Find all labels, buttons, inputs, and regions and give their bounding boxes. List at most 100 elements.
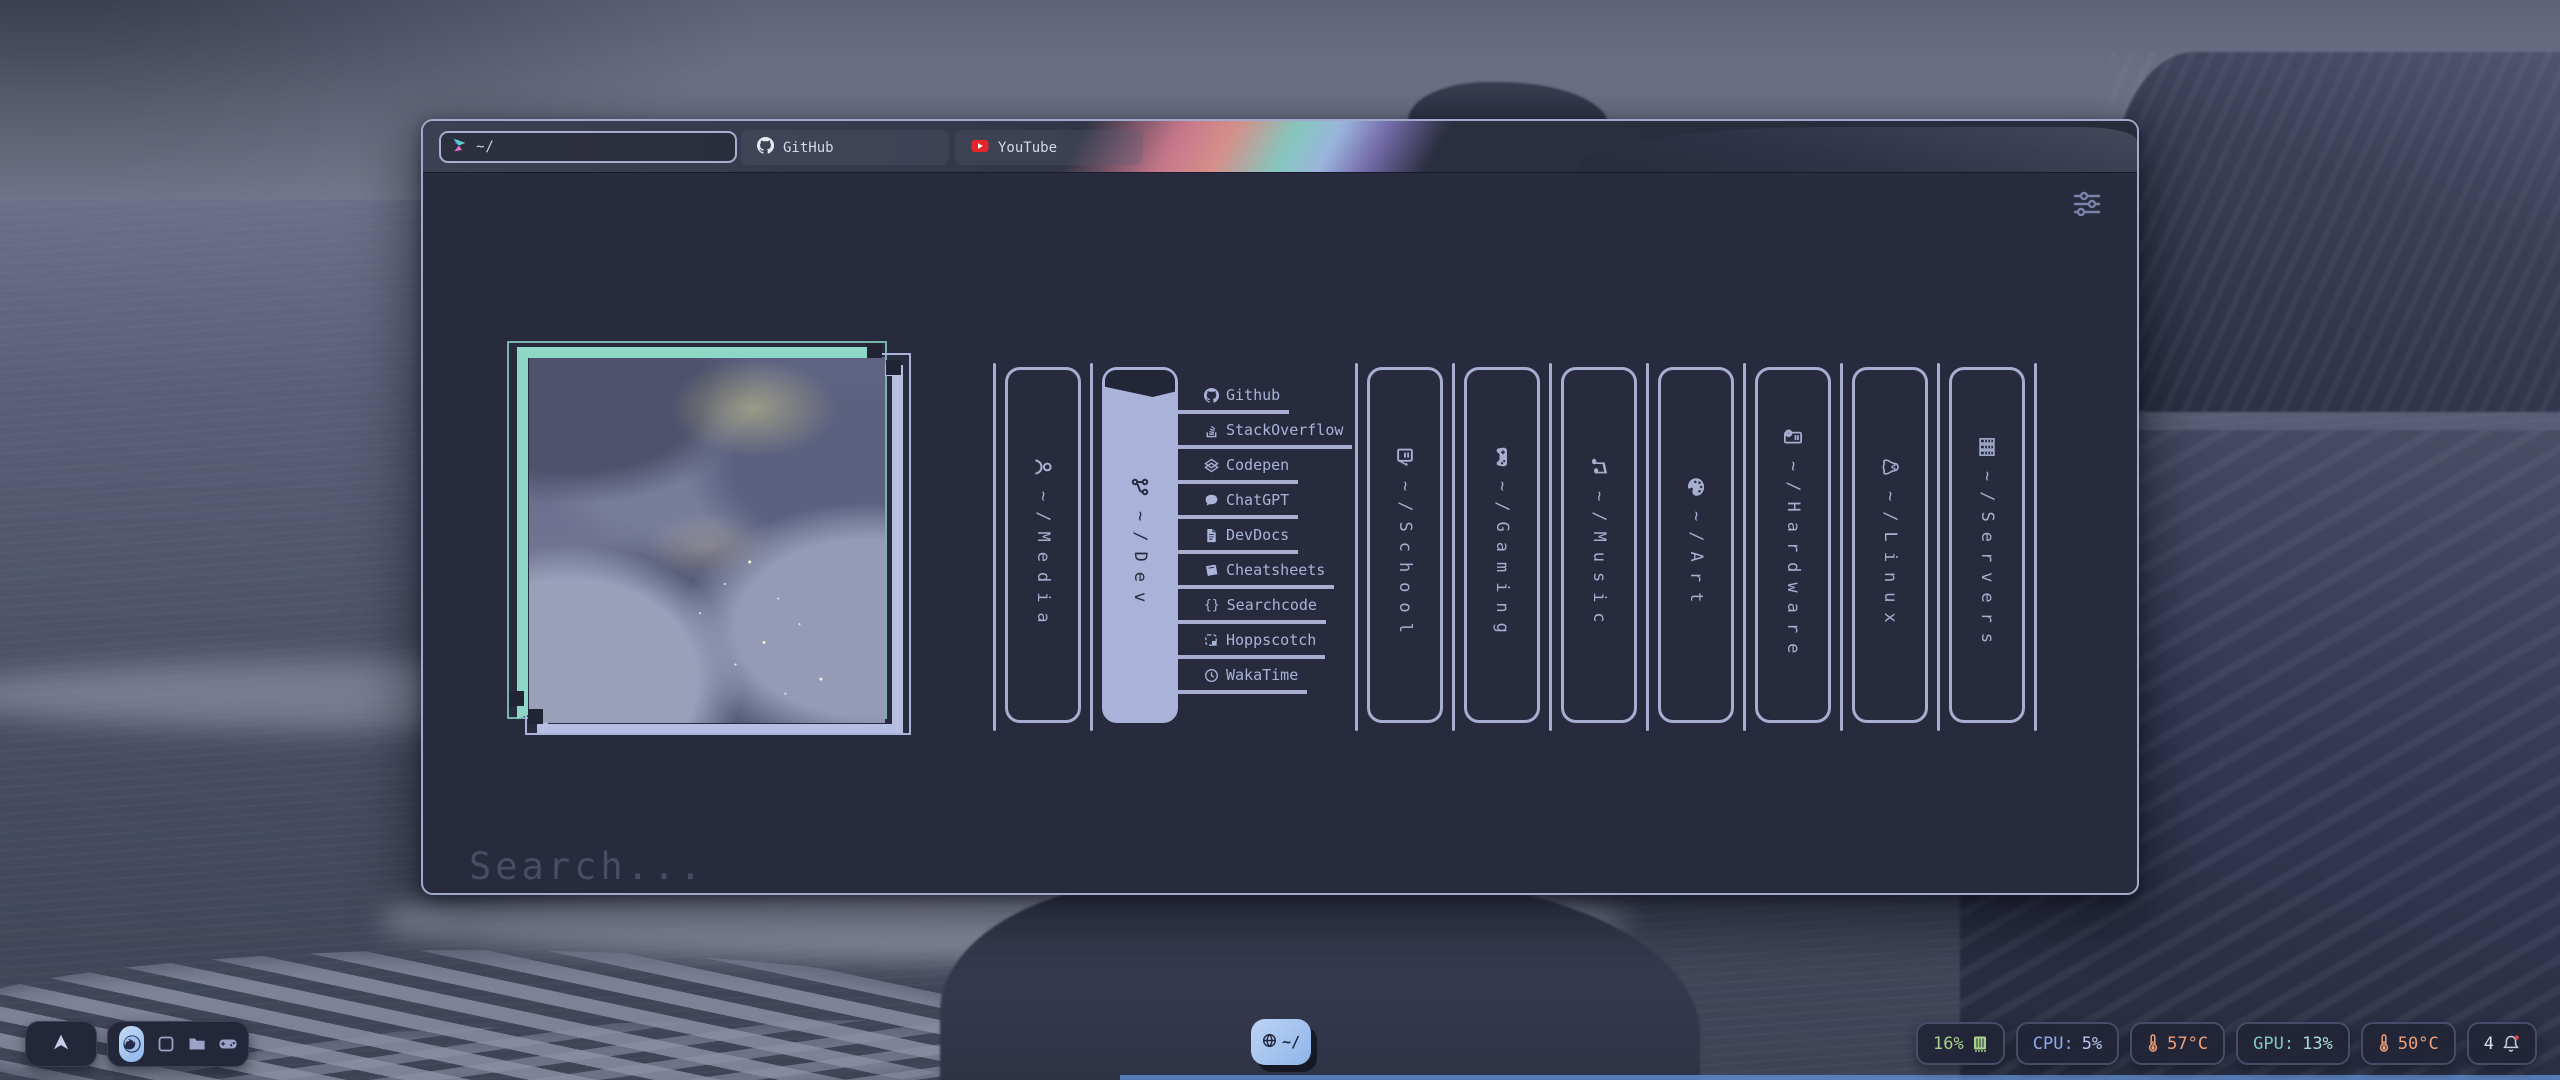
gpu-widget[interactable]: GPU: 13% [2236,1022,2350,1065]
book-label: ~/Music [1589,457,1609,633]
notification-count: 4 [2484,1034,2494,1054]
settings-sliders-icon[interactable] [2073,191,2101,217]
frame-handle [528,709,543,724]
globe-icon [1262,1033,1277,1052]
gpu-label: GPU: [2253,1034,2294,1054]
bell-icon [2502,1034,2520,1053]
wallpaper-cliff [2110,52,2560,412]
frame-teal-thick [517,347,881,719]
youtube-icon [971,139,989,157]
book-gaming[interactable]: ~/Gaming [1464,367,1540,723]
browser-window: ~/ GitHub YouTube [421,119,2139,895]
book-label: ~/Art [1686,477,1706,612]
book-dev-open[interactable]: ~/Dev [1102,367,1178,723]
frame-handle [886,360,901,375]
dev-link-devdocs[interactable]: DevDocs [1178,525,1298,554]
shelf-divider [2034,363,2037,731]
book-hardware[interactable]: ~/Hardware [1755,367,1831,723]
launcher-arrow-icon [50,1031,72,1057]
book-art[interactable]: ~/Art [1658,367,1734,723]
gamepad-icon [1492,447,1512,467]
book-music[interactable]: ~/Music [1561,367,1637,723]
book-icon [1204,563,1219,578]
dev-link-cheatsheets[interactable]: Cheatsheets [1178,560,1334,589]
dev-link-codepen[interactable]: Codepen [1178,455,1298,484]
shelf-divider [1549,363,1552,731]
dev-link-stackoverflow[interactable]: StackOverflow [1178,420,1352,449]
gpu-temp-widget[interactable]: 50°C [2361,1022,2456,1065]
app-launcher-button[interactable] [25,1021,97,1067]
hoppscotch-icon [1204,633,1219,648]
active-window-chip[interactable]: ~/ [1251,1019,1311,1065]
pc-tower-icon [1783,427,1803,447]
book-label: ~/Linux [1880,457,1900,633]
search-input[interactable] [467,845,2061,895]
frame-handle [509,691,524,706]
search-bar [467,845,2061,895]
active-window-label: ~/ [1282,1033,1300,1051]
cover-artwork [507,341,911,747]
book-linux[interactable]: ~/Linux [1852,367,1928,723]
notifications-widget[interactable]: 4 [2467,1022,2537,1065]
stackoverflow-icon [1204,423,1219,438]
cpu-label: CPU: [2033,1034,2074,1054]
ram-widget[interactable]: 16% [1916,1022,2005,1065]
shelf-divider [1743,363,1746,731]
shelf-divider [1840,363,1843,731]
window-square-icon[interactable] [157,1035,175,1053]
gpu-temp: 50°C [2398,1034,2439,1054]
firefox-active-app[interactable] [119,1026,144,1062]
github-icon [757,137,774,158]
book-label: ~/Hardware [1783,427,1803,663]
retro-gamepad-icon[interactable] [219,1035,237,1053]
tab-github[interactable]: GitHub [741,130,949,165]
desktop: ~/ GitHub YouTube [0,0,2560,1080]
clock-icon [1204,668,1219,683]
book-media[interactable]: ~/Media [1005,367,1081,723]
frame-handle [867,343,882,358]
book-servers[interactable]: ~/Servers [1949,367,2025,723]
shelf-divider [1937,363,1940,731]
shelf-divider [993,363,996,731]
tab-youtube[interactable]: YouTube [955,130,1143,165]
shelf-divider [1646,363,1649,731]
wallpaper-glow-line [1120,1075,2560,1080]
cpu-temp: 57°C [2167,1034,2208,1054]
dev-link-wakatime[interactable]: WakaTime [1178,665,1307,694]
server-rack-icon [1977,437,1997,457]
chat-bubble-icon [1204,493,1219,508]
browser-logo-icon [451,137,468,158]
folder-icon[interactable] [188,1035,206,1053]
dev-link-chatgpt[interactable]: ChatGPT [1178,490,1298,519]
codepen-icon [1204,458,1219,473]
cpu-usage: 5% [2082,1034,2102,1054]
dev-links-panel: Github StackOverflow [1178,363,1346,700]
thermometer-icon [2378,1034,2390,1053]
thermometer-icon [2147,1034,2159,1053]
person-icon [1033,457,1053,477]
palette-icon [1686,477,1706,497]
firefox-icon [121,1033,143,1055]
document-icon [1204,528,1219,543]
url-bar[interactable]: ~/ [439,131,737,163]
cpu-widget[interactable]: CPU: 5% [2016,1022,2119,1065]
school-icon [1395,447,1415,467]
book-label: ~/Gaming [1492,447,1512,643]
cpu-temp-widget[interactable]: 57°C [2130,1022,2225,1065]
dev-link-github[interactable]: Github [1178,385,1289,414]
ram-usage: 16% [1933,1034,1964,1054]
dev-link-hoppscotch[interactable]: Hoppscotch [1178,630,1325,659]
book-school[interactable]: ~/School [1367,367,1443,723]
book-label: ~/Media [1033,457,1053,633]
tab-bar: ~/ GitHub YouTube [423,121,2137,173]
dev-link-searchcode[interactable]: {} Searchcode [1178,595,1326,624]
book-label: ~/Servers [1977,437,1997,653]
braces-icon: {} [1204,598,1220,613]
gpu-usage: 13% [2302,1034,2333,1054]
music-note-icon [1589,457,1609,477]
book-dev-cap [1105,370,1175,397]
github-icon [1204,388,1219,403]
ram-icon [1972,1035,1988,1053]
git-branch-icon [1130,477,1150,497]
book-label: ~/School [1395,447,1415,643]
